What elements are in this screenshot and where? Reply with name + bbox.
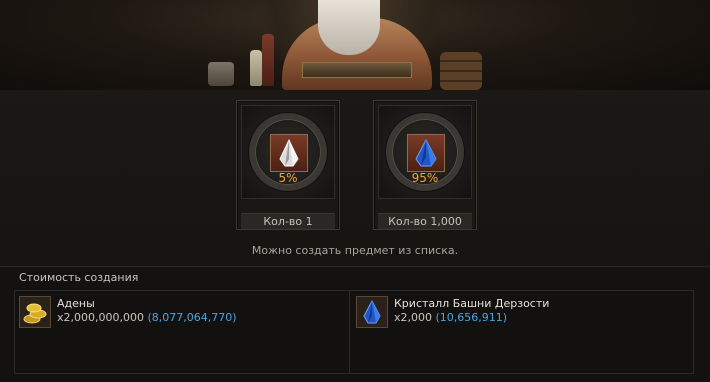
divider (0, 266, 710, 267)
craft-results-panel: 5% Кол-во 1 95% Кол-во 1,000 Можно созда… (0, 90, 710, 266)
adena-icon (19, 296, 51, 328)
cost-item-name: Кристалл Башни Дерзости (394, 297, 550, 310)
success-percent: 5% (278, 171, 298, 185)
owned-amount: (8,077,064,770) (147, 311, 237, 324)
cost-item-amount: x2,000 (10,656,911) (394, 311, 507, 324)
blue-crystal-icon (407, 134, 445, 172)
npc-belt (302, 62, 412, 78)
lantern-prop (208, 62, 234, 86)
cost-separator (349, 290, 350, 374)
product-quantity: Кол-во 1 (241, 213, 335, 229)
npc-banner (0, 0, 710, 90)
bottle-prop (262, 34, 274, 86)
required-amount: x2,000 (394, 311, 433, 324)
status-message: Можно создать предмет из списка. (251, 244, 459, 257)
cost-item-crystal[interactable]: Кристалл Башни Дерзости x2,000 (10,656,9… (356, 296, 686, 330)
cost-item-adena[interactable]: Адены x2,000,000,000 (8,077,064,770) (19, 296, 339, 330)
required-amount: x2,000,000,000 (57, 311, 144, 324)
product-quantity: Кол-во 1,000 (378, 213, 472, 229)
bottle-prop (250, 50, 262, 86)
product-slot-1[interactable]: 5% Кол-во 1 (236, 100, 340, 230)
cost-title: Стоимость создания (19, 271, 139, 284)
cost-item-name: Адены (57, 297, 95, 310)
silver-crystal-icon (270, 134, 308, 172)
product-slot-2[interactable]: 95% Кол-во 1,000 (373, 100, 477, 230)
cost-item-amount: x2,000,000,000 (8,077,064,770) (57, 311, 237, 324)
barrel-prop (440, 52, 482, 90)
owned-amount: (10,656,911) (435, 311, 508, 324)
blue-crystal-icon (356, 296, 388, 328)
success-percent: 95% (411, 171, 439, 185)
